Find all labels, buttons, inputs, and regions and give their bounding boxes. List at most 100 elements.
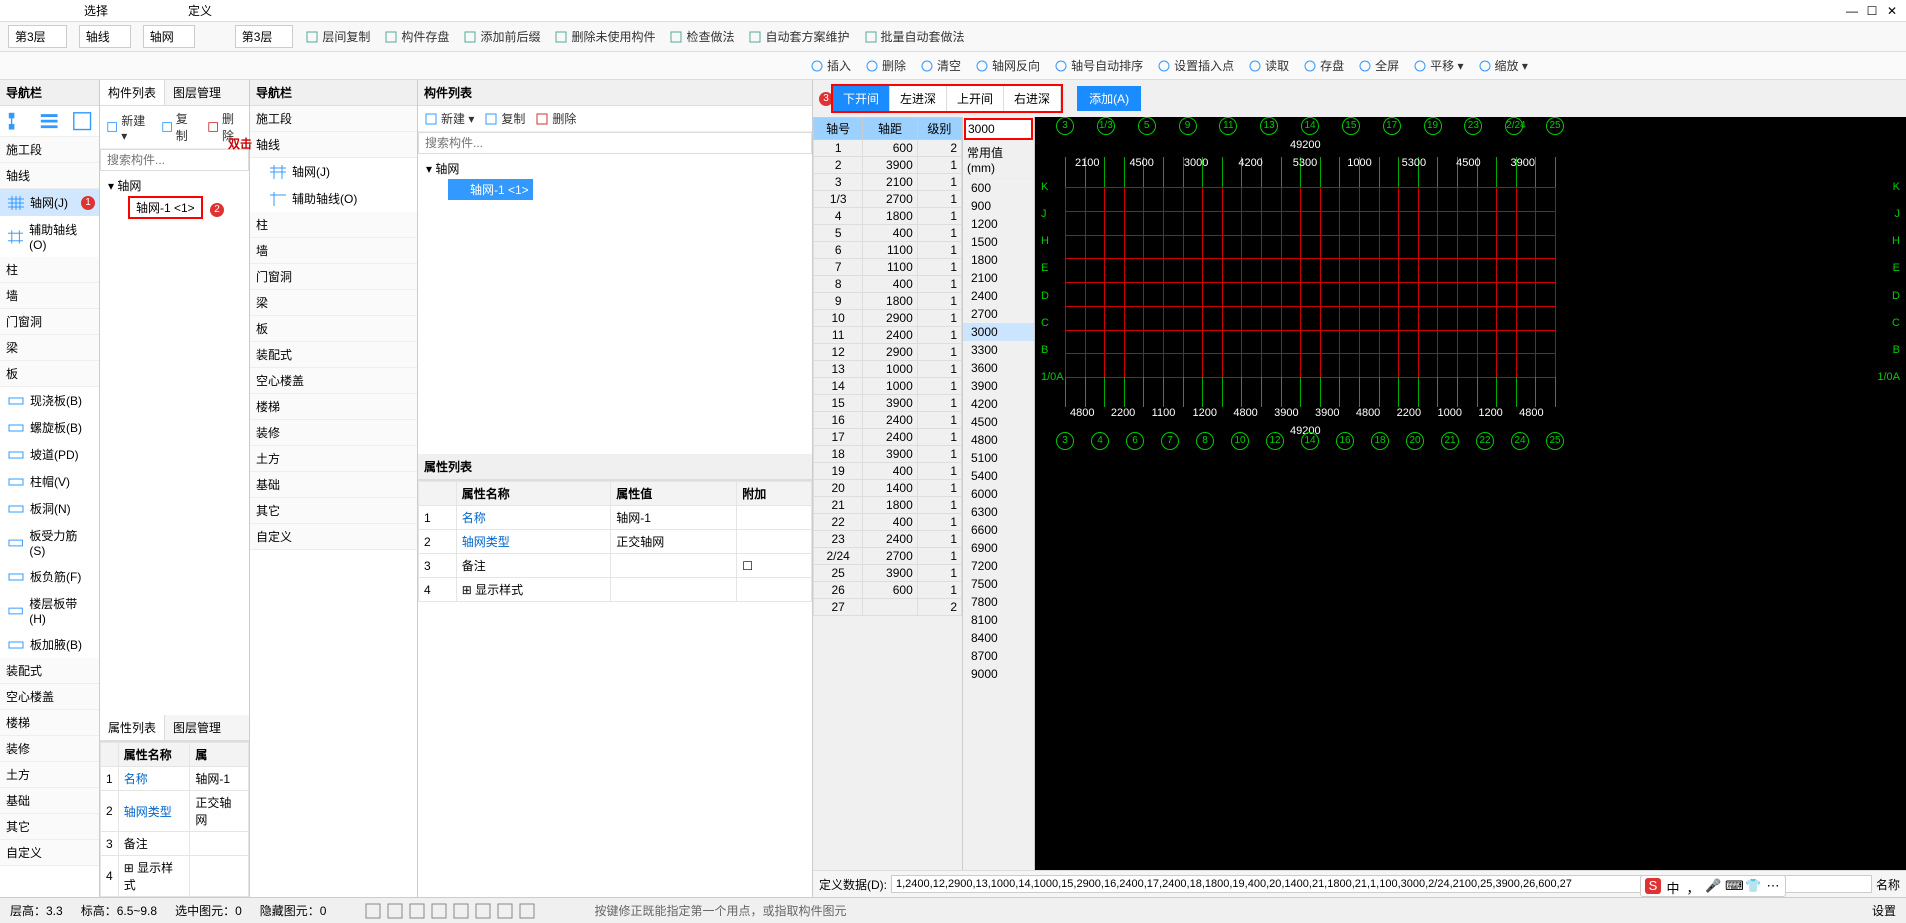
floor-select-a[interactable]: 第3层 [8, 25, 67, 48]
preset-1200[interactable]: 1200 [963, 215, 1034, 233]
board-楼层板带(H)[interactable]: 楼层板带(H) [0, 590, 99, 631]
table-row[interactable]: 194001 [814, 463, 962, 480]
tab-right-depth[interactable]: 右进深 [1004, 86, 1061, 111]
preset-1800[interactable]: 1800 [963, 251, 1034, 269]
tree-item-grid1-sel[interactable]: 轴网-1 <1> [448, 179, 533, 200]
preset-3900[interactable]: 3900 [963, 377, 1034, 395]
preset-6600[interactable]: 6600 [963, 521, 1034, 539]
table-row[interactable]: 918001 [814, 293, 962, 310]
tool-10[interactable]: 缩放 ▾ [1478, 57, 1528, 74]
board-板洞(N)[interactable]: 板洞(N) [0, 495, 99, 522]
cat-墙[interactable]: 墙 [0, 283, 99, 309]
colc-cat-楼梯[interactable]: 楼梯 [250, 394, 417, 420]
status-tool-4[interactable] [452, 902, 470, 920]
cold-tb-2[interactable]: 删除 [535, 110, 576, 127]
tab-props-1[interactable]: 属性列表 [100, 715, 165, 740]
colc-cat-墙[interactable]: 墙 [250, 238, 417, 264]
axis-data-table[interactable]: 轴号轴距级别 160022390013210011/32700141800154… [813, 117, 962, 616]
preset-6300[interactable]: 6300 [963, 503, 1034, 521]
preset-9000[interactable]: 9000 [963, 665, 1034, 683]
tool-1[interactable]: 删除 [865, 57, 906, 74]
colc-cat-装修[interactable]: 装修 [250, 420, 417, 446]
preset-2700[interactable]: 2700 [963, 305, 1034, 323]
table-row[interactable]: 266001 [814, 582, 962, 599]
preset-2400[interactable]: 2400 [963, 287, 1034, 305]
cat-空心楼盖[interactable]: 空心楼盖 [0, 684, 99, 710]
preset-4200[interactable]: 4200 [963, 395, 1034, 413]
preset-8400[interactable]: 8400 [963, 629, 1034, 647]
table-row[interactable]: 2014001 [814, 480, 962, 497]
tool-2[interactable]: 清空 [920, 57, 961, 74]
preset-1500[interactable]: 1500 [963, 233, 1034, 251]
ribbon-2[interactable]: 添加前后缀 [463, 28, 540, 45]
preset-600[interactable]: 600 [963, 179, 1034, 197]
preset-900[interactable]: 900 [963, 197, 1034, 215]
preset-4800[interactable]: 4800 [963, 431, 1034, 449]
ribbon-6[interactable]: 批量自动套做法 [864, 28, 965, 45]
colc-cat-其它[interactable]: 其它 [250, 498, 417, 524]
preset-4500[interactable]: 4500 [963, 413, 1034, 431]
colc-cat-土方[interactable]: 土方 [250, 446, 417, 472]
cat-自定义[interactable]: 自定义 [0, 840, 99, 866]
preset-3300[interactable]: 3300 [963, 341, 1034, 359]
cat-土方[interactable]: 土方 [0, 762, 99, 788]
preset-2100[interactable]: 2100 [963, 269, 1034, 287]
ime-4[interactable]: 👕 [1745, 878, 1761, 894]
status-tool-6[interactable] [496, 902, 514, 920]
cat-装修[interactable]: 装修 [0, 736, 99, 762]
board-柱帽(V)[interactable]: 柱帽(V) [0, 468, 99, 495]
table-row[interactable]: 272 [814, 599, 962, 616]
preset-7500[interactable]: 7500 [963, 575, 1034, 593]
preset-5400[interactable]: 5400 [963, 467, 1034, 485]
ribbon-1[interactable]: 构件存盘 [384, 28, 449, 45]
status-tool-0[interactable] [364, 902, 382, 920]
cat-section-2[interactable]: 施工段 [250, 106, 417, 132]
cat-柱[interactable]: 柱 [0, 257, 99, 283]
tool-8[interactable]: 全屏 [1358, 57, 1399, 74]
ribbon-4[interactable]: 检查做法 [669, 28, 734, 45]
ribbon-5[interactable]: 自动套方案维护 [748, 28, 849, 45]
prop-table-1[interactable]: 属性名称属 1名称轴网-12轴网类型正交轴网3备注4⊞ 显示样式 [100, 742, 249, 897]
cat-section[interactable]: 施工段 [0, 137, 99, 163]
ime-2[interactable]: 🎤 [1705, 878, 1721, 894]
table-row[interactable]: 1/327001 [814, 191, 962, 208]
cat-基础[interactable]: 基础 [0, 788, 99, 814]
prop-table-2[interactable]: 属性名称属性值附加 1名称轴网-12轴网类型正交轴网3备注☐4⊞ 显示样式 [418, 481, 812, 602]
table-row[interactable]: 1410001 [814, 378, 962, 395]
table-row[interactable]: 224001 [814, 514, 962, 531]
status-tool-5[interactable] [474, 902, 492, 920]
tree-item-grid1-boxed[interactable]: 轴网-1 <1> [128, 196, 203, 219]
tool-7[interactable]: 存盘 [1303, 57, 1344, 74]
table-row[interactable]: 1229001 [814, 344, 962, 361]
cold-tb-0[interactable]: 新建 ▾ [424, 110, 474, 127]
preset-8700[interactable]: 8700 [963, 647, 1034, 665]
table-row[interactable]: 1724001 [814, 429, 962, 446]
cat-楼梯[interactable]: 楼梯 [0, 710, 99, 736]
table-row[interactable]: 2539001 [814, 565, 962, 582]
board-板负筋(F)[interactable]: 板负筋(F) [0, 563, 99, 590]
ime-3[interactable]: ⌨ [1725, 878, 1741, 894]
colc-cat-空心楼盖[interactable]: 空心楼盖 [250, 368, 417, 394]
board-板加腋(B)[interactable]: 板加腋(B) [0, 631, 99, 658]
tool-9[interactable]: 平移 ▾ [1413, 57, 1463, 74]
cat-板[interactable]: 板 [0, 361, 99, 387]
colb-tb-1[interactable]: 复制 [161, 110, 197, 144]
tool-0[interactable]: 插入 [810, 57, 851, 74]
entry-aux-axis[interactable]: 辅助轴线(O) [0, 216, 99, 257]
cat-门窗洞[interactable]: 门窗洞 [0, 309, 99, 335]
window-minimize[interactable]: — [1842, 4, 1862, 18]
status-right[interactable]: 设置 [1872, 902, 1896, 919]
table-row[interactable]: 16002 [814, 140, 962, 157]
colc-cat-柱[interactable]: 柱 [250, 212, 417, 238]
board-板受力筋(S)[interactable]: 板受力筋(S) [0, 522, 99, 563]
grid-canvas[interactable]: 492004920031/359111314151719232/24253467… [1035, 117, 1906, 870]
tab-components-1[interactable]: 构件列表 [100, 80, 165, 105]
add-button[interactable]: 添加(A) [1077, 86, 1141, 111]
table-row[interactable]: 1124001 [814, 327, 962, 344]
preset-input[interactable] [964, 118, 1033, 140]
tool-6[interactable]: 读取 [1248, 57, 1289, 74]
entry-grid-j[interactable]: 轴网(J) 1 [0, 189, 99, 216]
table-row[interactable]: 2/2427001 [814, 548, 962, 565]
window-close[interactable]: ✕ [1882, 4, 1902, 18]
tab-bottom-bay[interactable]: 下开间 [833, 86, 890, 111]
